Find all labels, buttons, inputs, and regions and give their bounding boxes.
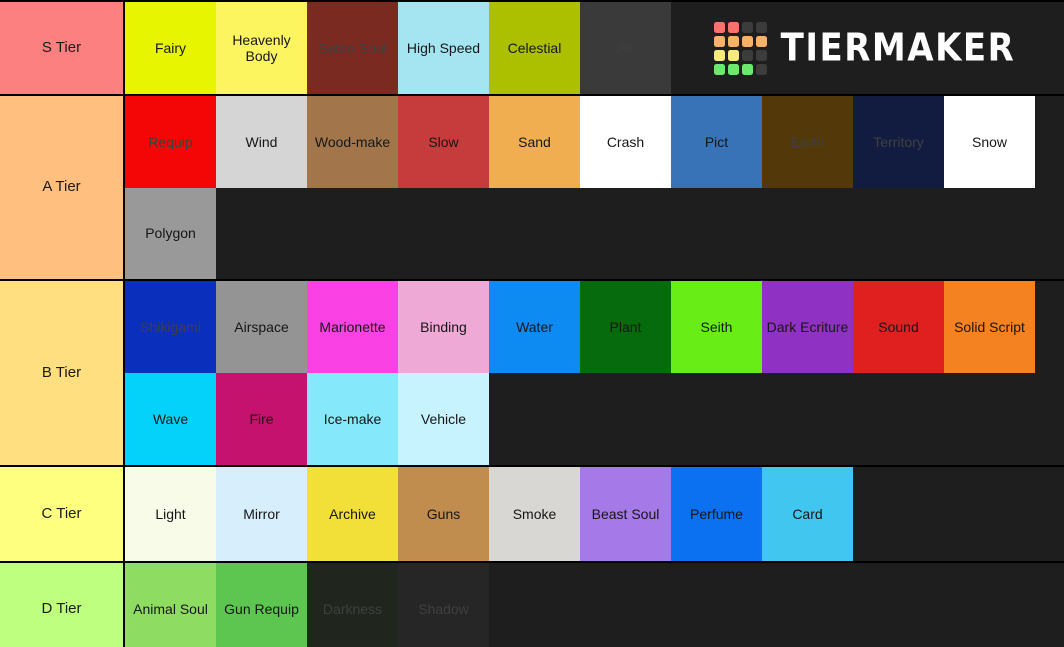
tier-item[interactable]: Dark Ecriture bbox=[762, 281, 853, 373]
tier-item[interactable]: Celestial bbox=[489, 2, 580, 94]
logo-cell bbox=[727, 35, 739, 47]
logo-cell bbox=[727, 49, 739, 61]
tier-item[interactable]: Airspace bbox=[216, 281, 307, 373]
tier-item[interactable]: Guns bbox=[398, 467, 489, 561]
tier-item[interactable]: Gun Requip bbox=[216, 563, 307, 647]
tier-body: Requip Wind Wood-make Slow Sand Crash Pict Eart… bbox=[125, 96, 1064, 279]
tier-label-a-tier[interactable]: A Tier bbox=[0, 96, 125, 279]
tier-item[interactable]: Sound bbox=[853, 281, 944, 373]
tier-label-d-tier[interactable]: D Tier bbox=[0, 563, 125, 647]
tier-row: D Tier Animal Soul Gun Requip Darkness Shado… bbox=[0, 563, 1064, 647]
logo-cell bbox=[741, 63, 753, 75]
logo-cell bbox=[755, 35, 767, 47]
tier-body: Fairy Heavenly Body Satan Soul High Speed Ce… bbox=[125, 2, 1064, 94]
tier-item[interactable]: Wave bbox=[125, 373, 216, 465]
tier-item[interactable]: Water bbox=[489, 281, 580, 373]
tier-item[interactable]: Perfume bbox=[671, 467, 762, 561]
tier-label-s-tier[interactable]: S Tier bbox=[0, 2, 125, 94]
tier-item[interactable]: Smoke bbox=[489, 467, 580, 561]
tier-item[interactable]: Archive bbox=[307, 467, 398, 561]
tiermaker-logo: TIERMAKER bbox=[671, 2, 1064, 94]
brand-wordmark: TIERMAKER bbox=[780, 25, 1016, 71]
tier-subrow: Requip Wind Wood-make Slow Sand Crash Pict Eart… bbox=[125, 96, 1064, 188]
tier-item[interactable]: Shikigami bbox=[125, 281, 216, 373]
tier-item[interactable]: Vehicle bbox=[398, 373, 489, 465]
tier-subrow: Animal Soul Gun Requip Darkness Shadow bbox=[125, 563, 1064, 647]
tier-body: Shikigami Airspace Marionette Binding Water P… bbox=[125, 281, 1064, 465]
tier-item[interactable]: Card bbox=[762, 467, 853, 561]
tier-item[interactable]: Plant bbox=[580, 281, 671, 373]
logo-cell bbox=[713, 35, 725, 47]
logo-cell bbox=[713, 63, 725, 75]
tier-subrow: Shikigami Airspace Marionette Binding Water P… bbox=[125, 281, 1064, 373]
logo-cell bbox=[713, 21, 725, 33]
tier-item[interactable]: Heavenly Body bbox=[216, 2, 307, 94]
tier-item[interactable]: Sand bbox=[489, 96, 580, 188]
tier-item[interactable]: Darkness bbox=[307, 563, 398, 647]
tier-item[interactable]: Ice-make bbox=[307, 373, 398, 465]
tier-item[interactable]: Slow bbox=[398, 96, 489, 188]
tier-item[interactable]: Fairy bbox=[125, 2, 216, 94]
tier-item[interactable]: Shadow bbox=[398, 563, 489, 647]
tier-item[interactable]: Light bbox=[125, 467, 216, 561]
tier-body: Light Mirror Archive Guns Smoke Beast Soul Per… bbox=[125, 467, 1064, 561]
tier-subrow: Light Mirror Archive Guns Smoke Beast Soul Per… bbox=[125, 467, 1064, 561]
tier-subrow: Fairy Heavenly Body Satan Soul High Speed Ce… bbox=[125, 2, 1064, 94]
tier-row: A Tier Requip Wind Wood-make Slow Sand Crash Pi… bbox=[0, 96, 1064, 281]
logo-cell bbox=[755, 49, 767, 61]
tier-item[interactable]: Polygon bbox=[125, 188, 216, 279]
tier-label-c-tier[interactable]: C Tier bbox=[0, 467, 125, 561]
tier-item[interactable]: Earth bbox=[762, 96, 853, 188]
tier-subrow: Polygon bbox=[125, 188, 1064, 279]
logo-cell bbox=[741, 21, 753, 33]
tier-item[interactable]: Animal Soul bbox=[125, 563, 216, 647]
logo-cell bbox=[741, 35, 753, 47]
tier-item[interactable]: Requip bbox=[125, 96, 216, 188]
tier-item[interactable]: Seith bbox=[671, 281, 762, 373]
tier-row: C Tier Light Mirror Archive Guns Smoke Beast S… bbox=[0, 467, 1064, 563]
tier-item[interactable]: Wood-make bbox=[307, 96, 398, 188]
tier-item[interactable]: Marionette bbox=[307, 281, 398, 373]
tier-item[interactable]: High Speed bbox=[398, 2, 489, 94]
tier-label-b-tier[interactable]: B Tier bbox=[0, 281, 125, 465]
logo-cell bbox=[727, 21, 739, 33]
tier-subrow: Wave Fire Ice-make Vehicle bbox=[125, 373, 1064, 465]
tier-list: S Tier Fairy Heavenly Body Satan Soul High S… bbox=[0, 0, 1064, 647]
tier-item[interactable]: Air bbox=[580, 2, 671, 94]
tier-item[interactable]: Satan Soul bbox=[307, 2, 398, 94]
logo-cell bbox=[741, 49, 753, 61]
logo-grid-icon bbox=[713, 21, 767, 75]
logo-cell bbox=[713, 49, 725, 61]
logo-cell bbox=[755, 21, 767, 33]
tier-item[interactable]: Wind bbox=[216, 96, 307, 188]
tier-item[interactable]: Beast Soul bbox=[580, 467, 671, 561]
tier-row: S Tier Fairy Heavenly Body Satan Soul High S… bbox=[0, 2, 1064, 96]
tier-item[interactable]: Solid Script bbox=[944, 281, 1035, 373]
tier-item[interactable]: Fire bbox=[216, 373, 307, 465]
tier-item[interactable]: Binding bbox=[398, 281, 489, 373]
tier-item[interactable]: Crash bbox=[580, 96, 671, 188]
tier-item[interactable]: Mirror bbox=[216, 467, 307, 561]
logo-cell bbox=[727, 63, 739, 75]
logo-cell bbox=[755, 63, 767, 75]
tier-item[interactable]: Pict bbox=[671, 96, 762, 188]
tier-row: B Tier Shikigami Airspace Marionette Binding… bbox=[0, 281, 1064, 467]
tier-item[interactable]: Snow bbox=[944, 96, 1035, 188]
tier-body: Animal Soul Gun Requip Darkness Shadow bbox=[125, 563, 1064, 647]
tier-item[interactable]: Territory bbox=[853, 96, 944, 188]
